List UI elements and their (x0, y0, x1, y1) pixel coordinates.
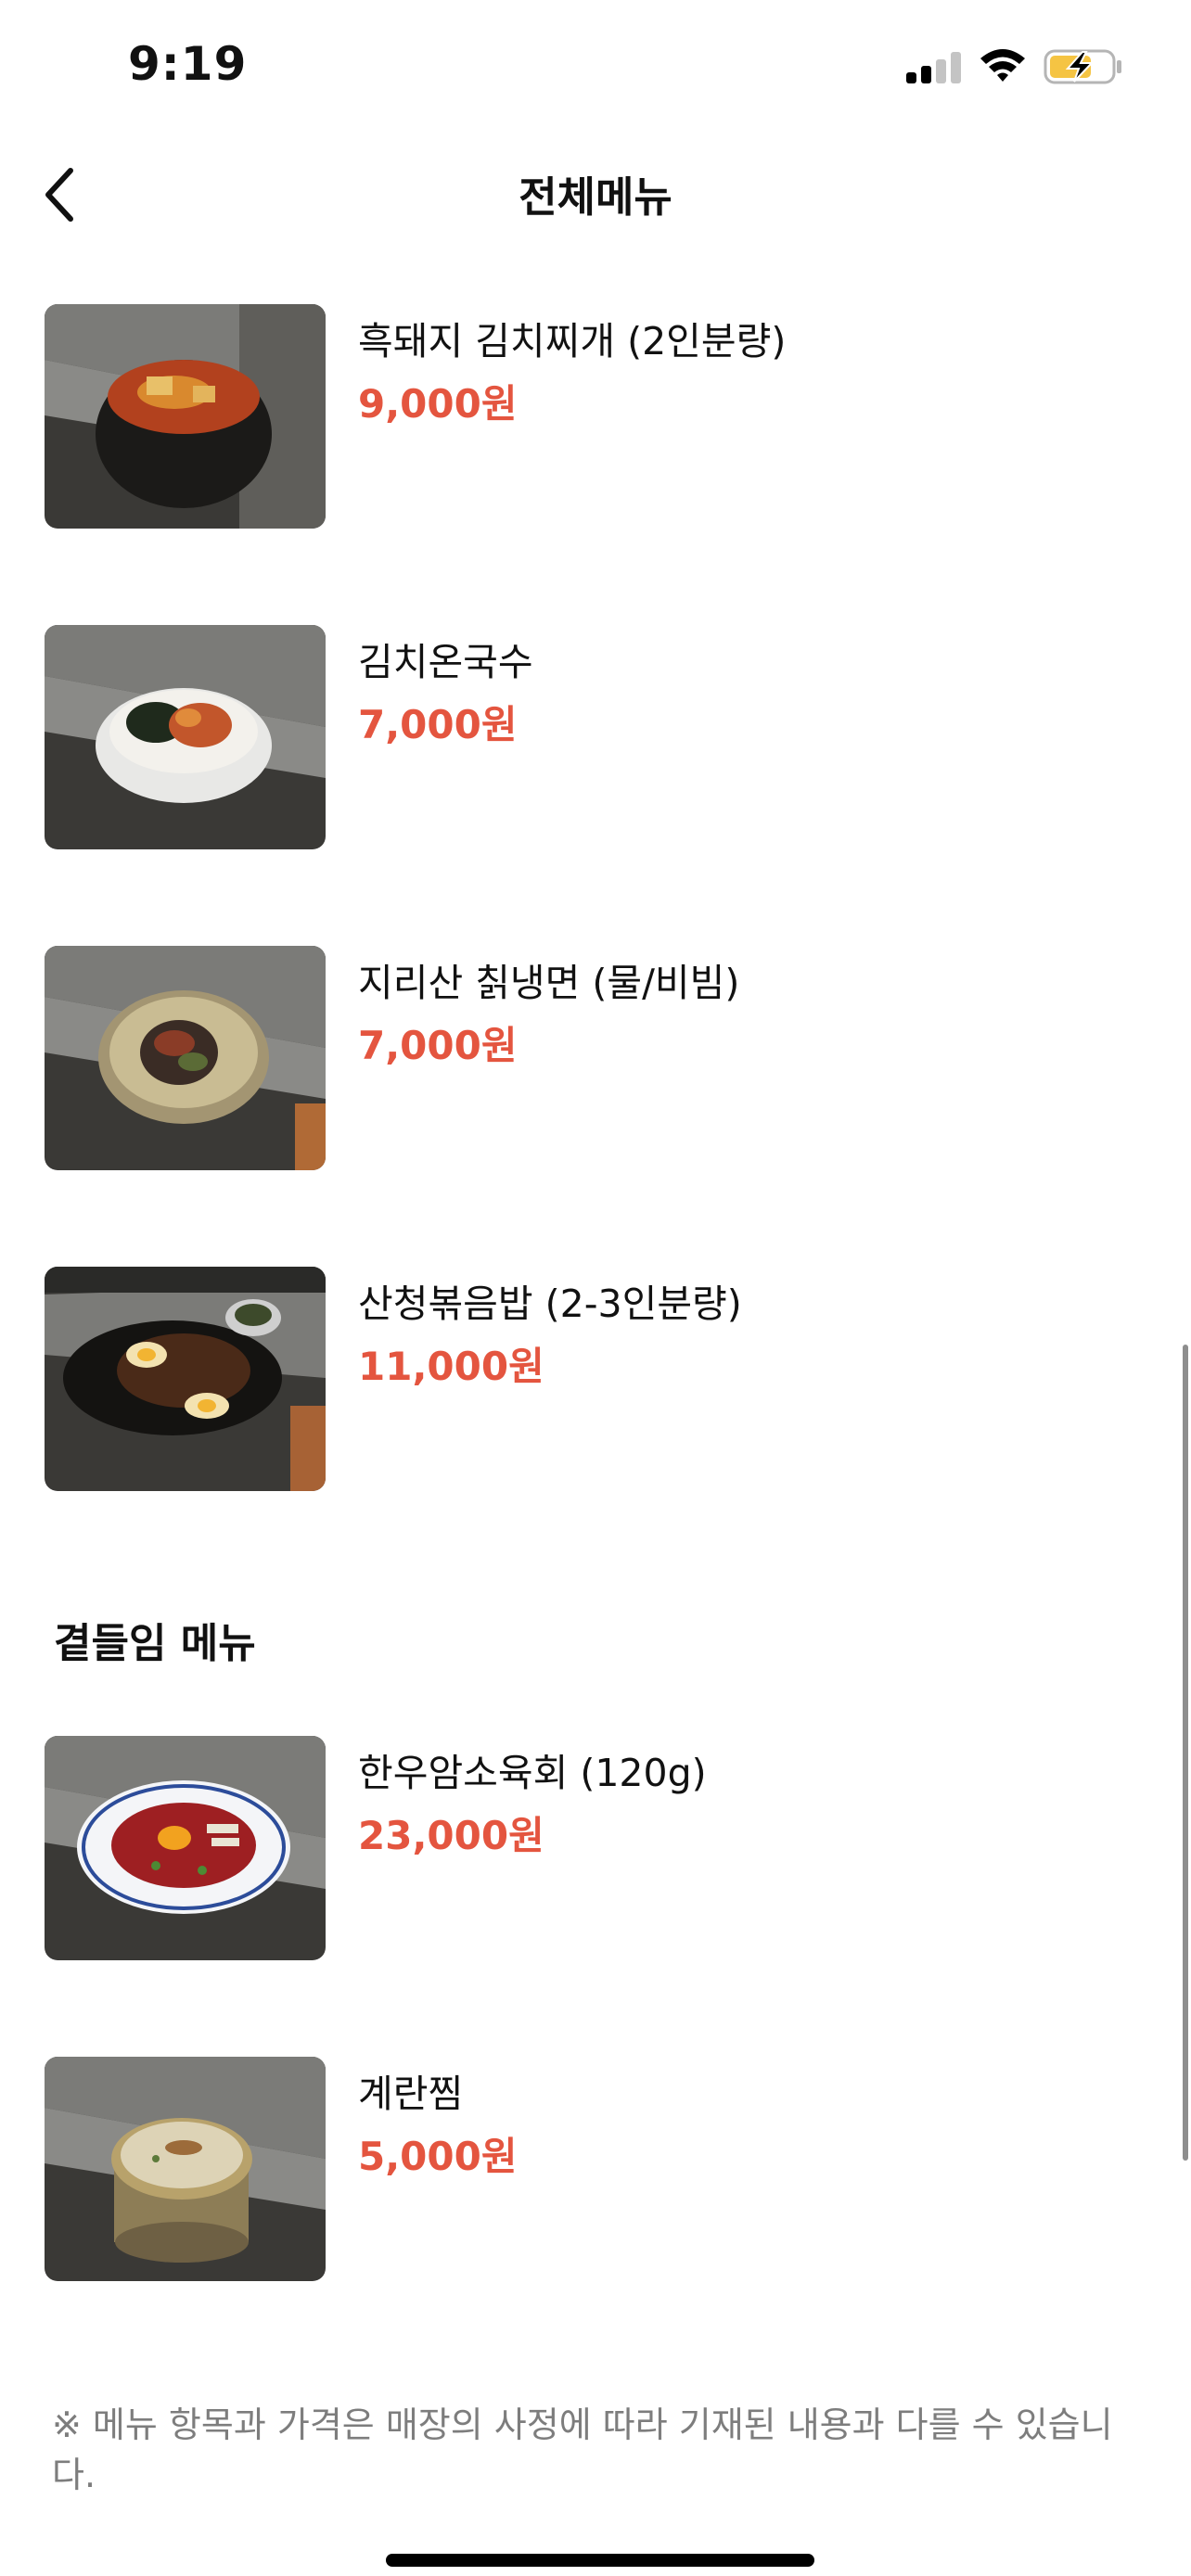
home-indicator[interactable] (386, 2554, 814, 2567)
menu-item[interactable]: 흑돼지 김치찌개 (2인분량) 9,000원 (45, 304, 1148, 531)
menu-item[interactable]: 한우암소육회 (120g) 23,000원 (45, 1736, 1148, 1963)
menu-item-name: 계란찜 (358, 2072, 464, 2116)
battery-charging-icon (1044, 49, 1121, 84)
menu-item-photo (45, 946, 326, 1170)
menu-item-name: 흑돼지 김치찌개 (2인분량) (358, 319, 787, 363)
status-bar: 9:19 (0, 0, 1191, 130)
menu-item[interactable]: 지리산 칡냉면 (물/비빔) 7,000원 (45, 946, 1148, 1173)
menu-item-photo (45, 1736, 326, 1960)
vertical-scrollbar[interactable] (1183, 1345, 1188, 2161)
menu-item-name: 산청볶음밥 (2-3인분량) (358, 1282, 742, 1326)
menu-item-name: 지리산 칡냉면 (물/비빔) (358, 961, 740, 1005)
menu-item-photo (45, 625, 326, 849)
menu-item[interactable]: 산청볶음밥 (2-3인분량) 11,000원 (45, 1267, 1148, 1494)
page-title: 전체메뉴 (519, 172, 672, 222)
menu-item-price: 7,000원 (358, 1023, 518, 1068)
side-menu-section-title: 곁들임 메뉴 (54, 1620, 256, 1667)
menu-item-photo (45, 2057, 326, 2281)
menu-item-name: 김치온국수 (358, 640, 533, 684)
menu-item[interactable]: 계란찜 5,000원 (45, 2057, 1148, 2284)
menu-item-photo (45, 304, 326, 529)
wifi-icon (980, 49, 1025, 82)
menu-item-name: 한우암소육회 (120g) (358, 1751, 707, 1795)
menu-item[interactable]: 김치온국수 7,000원 (45, 625, 1148, 852)
menu-item-price: 9,000원 (358, 381, 518, 427)
menu-item-price: 11,000원 (358, 1344, 544, 1389)
menu-item-price: 5,000원 (358, 2134, 518, 2179)
cellular-signal-icon (906, 52, 962, 83)
menu-item-price: 7,000원 (358, 702, 518, 747)
price-disclaimer-note: ※ 메뉴 항목과 가격은 매장의 사정에 따라 기재된 내용과 다를 수 있습니… (52, 2404, 1113, 2495)
navigation-header: 전체메뉴 (0, 130, 1191, 260)
menu-item-price: 23,000원 (358, 1813, 544, 1858)
menu-item-photo (45, 1267, 326, 1491)
status-time: 9:19 (128, 37, 248, 91)
